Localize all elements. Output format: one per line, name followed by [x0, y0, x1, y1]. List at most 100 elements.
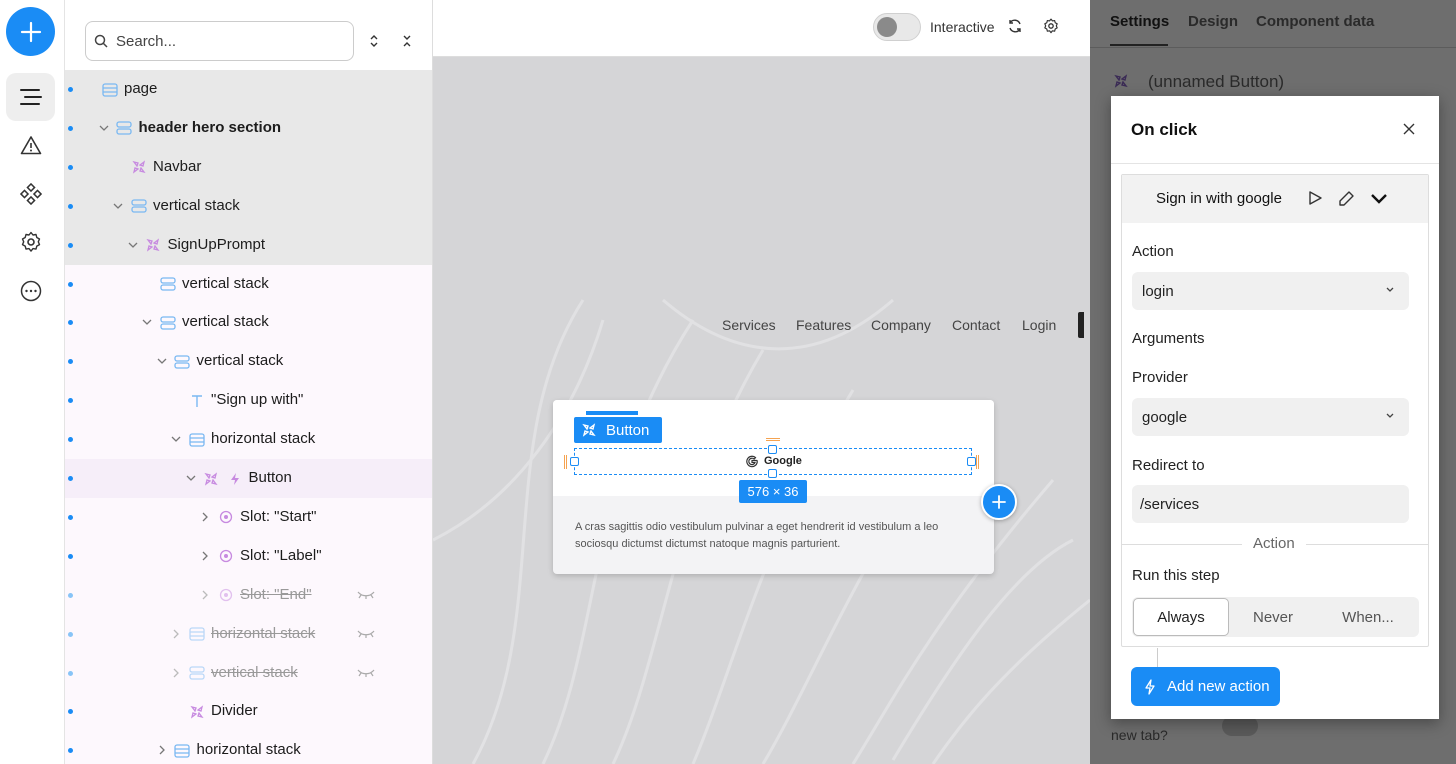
tree-row[interactable]: vertical stack [65, 264, 432, 304]
behind-label: new tab? [1111, 727, 1168, 743]
component-icon [582, 423, 596, 437]
tree-row[interactable]: vertical stack [65, 653, 432, 693]
canvas-settings-button[interactable] [1043, 18, 1059, 38]
chevron-down-icon[interactable] [184, 471, 198, 485]
chevron-down-icon[interactable] [140, 315, 154, 329]
chevron-right-icon[interactable] [169, 666, 183, 680]
tree-row-label: Navbar [153, 157, 202, 175]
chevron-down-icon[interactable] [155, 354, 169, 368]
add-element-button[interactable] [6, 7, 55, 56]
tree-row[interactable]: page [65, 70, 432, 109]
toggle-knob [877, 17, 897, 37]
visibility-dot [68, 670, 73, 676]
stack-icon [174, 355, 190, 369]
redirect-input[interactable]: /services [1132, 485, 1409, 523]
tree-row[interactable]: "Sign up with" [65, 381, 432, 421]
component-name-icon [1114, 74, 1128, 92]
nav-link-features[interactable]: Features [796, 317, 851, 333]
search-input[interactable] [116, 32, 316, 50]
tree-row-label: Slot: "End" [240, 585, 312, 603]
tree-row[interactable]: horizontal stack [65, 420, 432, 460]
tree-row[interactable]: horizontal stack [65, 614, 432, 654]
redirect-label: Redirect to [1132, 457, 1205, 474]
add-new-action-button[interactable]: Add new action [1131, 667, 1280, 706]
chevron-down-icon[interactable] [111, 199, 125, 213]
selected-component-tag[interactable]: Button [574, 417, 662, 443]
chevron-down-icon[interactable] [169, 432, 183, 446]
tree-row-label: vertical stack [182, 313, 269, 331]
more-tab[interactable] [6, 267, 55, 315]
chevron-right-icon[interactable] [198, 588, 212, 602]
nav-link-contact[interactable]: Contact [952, 317, 1000, 333]
chevron-down-icon[interactable] [126, 238, 140, 252]
insert-element-button[interactable] [981, 484, 1017, 520]
tab-settings[interactable]: Settings [1110, 13, 1169, 30]
resize-handle-left[interactable] [570, 457, 579, 466]
collapse-all-button[interactable] [393, 27, 421, 55]
settings-tab[interactable] [6, 218, 55, 266]
card-description: A cras sagittis odio vestibulum pulvinar… [575, 521, 939, 550]
tree-row[interactable]: vertical stack [65, 186, 432, 226]
expand-all-button[interactable] [360, 27, 388, 55]
warnings-tab[interactable] [6, 121, 55, 169]
edit-action-button[interactable] [1338, 190, 1355, 211]
component-icon [203, 470, 220, 487]
tree-row[interactable]: header hero section [65, 108, 432, 148]
run-option-always[interactable]: Always [1133, 598, 1229, 636]
stack-h-icon [174, 742, 191, 759]
run-action-button[interactable] [1307, 190, 1323, 210]
tree-row[interactable]: Divider [65, 692, 432, 732]
tree-row[interactable]: vertical stack [65, 303, 432, 343]
warning-icon [20, 136, 41, 155]
chevron-right-icon[interactable] [198, 549, 212, 563]
tab-component-data[interactable]: Component data [1256, 13, 1374, 30]
tree-row[interactable]: Slot: "Start" [65, 497, 432, 537]
resize-handle-bottom[interactable] [768, 469, 777, 478]
tree-row[interactable]: Navbar [65, 147, 432, 187]
interactive-toggle[interactable] [873, 13, 921, 41]
chevrons-collapse-icon [403, 35, 411, 47]
nav-link-login[interactable]: Login [1022, 317, 1056, 333]
chevron-right-icon[interactable] [155, 743, 169, 757]
nav-link-company[interactable]: Company [871, 317, 931, 333]
resize-handle-top[interactable] [768, 445, 777, 454]
tree-row[interactable]: Slot: "Label" [65, 536, 432, 576]
tree-row-label: vertical stack [153, 196, 240, 214]
action-select[interactable]: login [1132, 272, 1409, 310]
tree-row-label: horizontal stack [211, 430, 316, 448]
tree-row[interactable]: Slot: "End" [65, 575, 432, 615]
resize-handle-right[interactable] [967, 457, 976, 466]
refresh-button[interactable] [1007, 18, 1023, 38]
tree-row[interactable]: vertical stack [65, 342, 432, 382]
google-button-content[interactable]: Google [745, 454, 802, 468]
eye-closed-icon[interactable] [357, 627, 375, 644]
search-box[interactable] [85, 21, 354, 61]
chevron-right-icon[interactable] [198, 510, 212, 524]
components-tab[interactable] [6, 170, 55, 218]
chevron-right-icon[interactable] [169, 627, 183, 641]
tab-design[interactable]: Design [1188, 13, 1238, 30]
tree-row[interactable]: SignUpPrompt [65, 225, 432, 265]
gear-icon [1044, 18, 1058, 34]
tree-row[interactable]: horizontal stack [65, 731, 432, 764]
canvas-area[interactable] [433, 0, 1090, 764]
visibility-dot [68, 242, 73, 248]
tree-row[interactable]: Button [65, 459, 432, 498]
run-option-never[interactable]: Never [1228, 597, 1318, 637]
eye-closed-icon[interactable] [357, 588, 375, 605]
provider-select[interactable]: google [1132, 398, 1409, 436]
layers-tab[interactable] [6, 73, 55, 121]
run-option-when[interactable]: When... [1322, 597, 1414, 637]
action-header-title[interactable]: Sign in with google [1156, 190, 1282, 207]
chevron-down-icon[interactable] [97, 121, 111, 135]
visibility-dot [68, 748, 73, 754]
component-icon [145, 237, 162, 254]
stack-icon [101, 82, 118, 97]
visibility-dot [68, 87, 73, 92]
close-button[interactable] [1402, 122, 1416, 140]
step-connector [1157, 648, 1158, 667]
eye-closed-icon[interactable] [357, 666, 375, 683]
collapse-action-button[interactable] [1370, 192, 1388, 209]
nav-link-services[interactable]: Services [722, 317, 776, 333]
provider-select-value: google [1142, 408, 1188, 426]
